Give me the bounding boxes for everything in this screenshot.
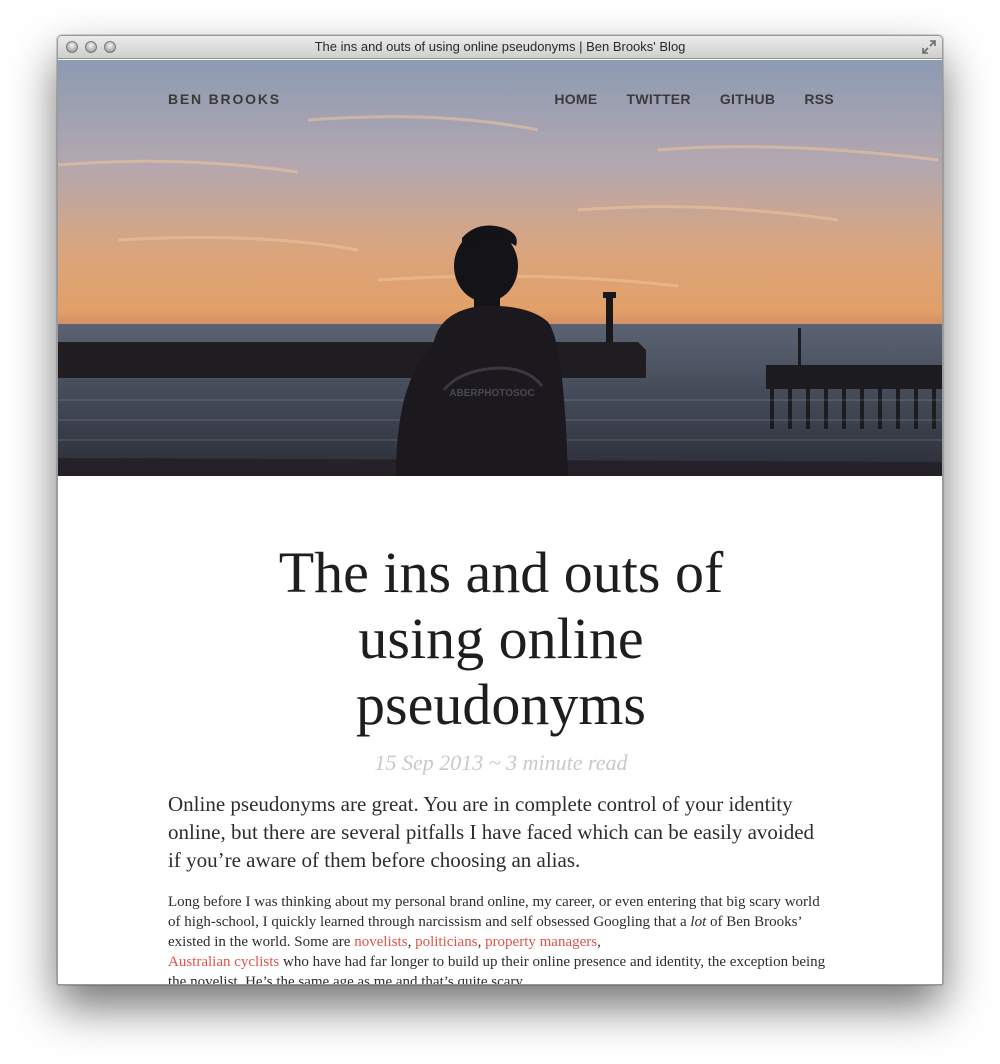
browser-window: The ins and outs of using online pseudon… [57, 35, 943, 985]
link-property-managers[interactable]: property managers [485, 934, 597, 950]
nav-rss[interactable]: RSS [804, 91, 834, 107]
hoodie-text: ABERPHOTOSOC [449, 388, 534, 399]
nav-github[interactable]: GITHUB [720, 91, 775, 107]
separator: , [407, 934, 416, 950]
separator: , [477, 934, 486, 950]
title-bar: The ins and outs of using online pseudon… [58, 36, 942, 59]
emphasis-text: lot [690, 914, 707, 930]
post-meta: 15 Sep 2013 ~ 3 minute read [374, 750, 628, 775]
separator: , [597, 934, 601, 950]
link-politicians[interactable]: politicians [415, 934, 478, 950]
post-paragraph: Long before I was thinking about my pers… [168, 892, 828, 984]
site-header: BEN BROOKS HOME TWITTER GITHUB RSS [58, 60, 942, 140]
post-lead: Online pseudonyms are great. You are in … [168, 792, 815, 872]
nav-home[interactable]: HOME [554, 91, 597, 107]
article: The ins and outs of using online pseudon… [58, 476, 942, 984]
post-title: The ins and outs of using online pseudon… [278, 540, 724, 737]
window-title: The ins and outs of using online pseudon… [314, 39, 686, 54]
nav-twitter[interactable]: TWITTER [627, 91, 691, 107]
site-brand[interactable]: BEN BROOKS [168, 91, 281, 107]
main-nav: HOME TWITTER GITHUB RSS [554, 91, 834, 107]
link-australian-cyclists[interactable]: Australian cyclists [168, 954, 279, 970]
link-novelists[interactable]: novelists [354, 934, 407, 950]
fullscreen-icon[interactable] [922, 40, 936, 54]
